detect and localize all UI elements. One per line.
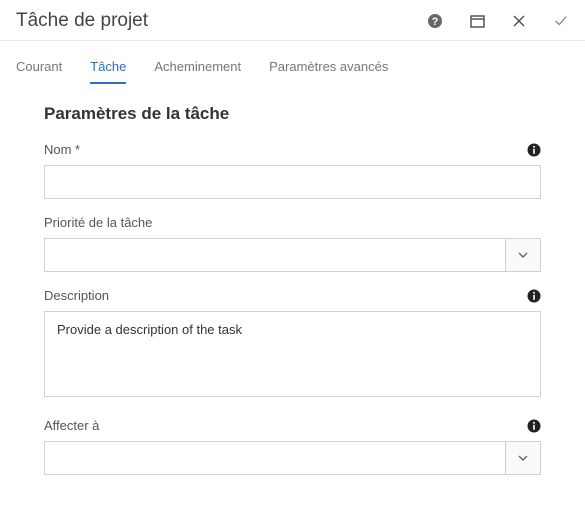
tab-courant[interactable]: Courant (16, 59, 62, 84)
field-assign: Affecter à (44, 418, 541, 475)
tab-acheminement[interactable]: Acheminement (154, 59, 241, 84)
assign-dropdown-button[interactable] (505, 441, 541, 475)
info-icon[interactable] (527, 419, 541, 433)
fullscreen-icon[interactable] (469, 13, 485, 29)
priority-value[interactable] (44, 238, 505, 272)
info-icon[interactable] (527, 143, 541, 157)
confirm-icon[interactable] (553, 13, 569, 29)
page-title: Tâche de projet (16, 10, 427, 32)
tab-tache[interactable]: Tâche (90, 59, 126, 84)
tab-bar: Courant Tâche Acheminement Paramètres av… (0, 41, 585, 84)
priority-label: Priorité de la tâche (44, 215, 152, 230)
close-icon[interactable] (511, 13, 527, 29)
priority-select[interactable] (44, 238, 541, 272)
description-textarea[interactable] (44, 311, 541, 397)
section-title: Paramètres de la tâche (44, 104, 541, 124)
form-content: Paramètres de la tâche Nom * Priorité de… (0, 84, 585, 475)
field-priority: Priorité de la tâche (44, 215, 541, 272)
svg-text:?: ? (432, 16, 439, 28)
priority-dropdown-button[interactable] (505, 238, 541, 272)
chevron-down-icon (518, 252, 528, 258)
chevron-down-icon (518, 455, 528, 461)
assign-label: Affecter à (44, 418, 99, 433)
assign-value[interactable] (44, 441, 505, 475)
name-label: Nom * (44, 142, 80, 157)
assign-select[interactable] (44, 441, 541, 475)
field-name: Nom * (44, 142, 541, 199)
header-actions: ? (427, 13, 569, 29)
help-icon[interactable]: ? (427, 13, 443, 29)
description-label: Description (44, 288, 109, 303)
info-icon[interactable] (527, 289, 541, 303)
field-description: Description (44, 288, 541, 402)
dialog-header: Tâche de projet ? (0, 0, 585, 40)
name-input[interactable] (44, 165, 541, 199)
tab-parametres-avances[interactable]: Paramètres avancés (269, 59, 388, 84)
